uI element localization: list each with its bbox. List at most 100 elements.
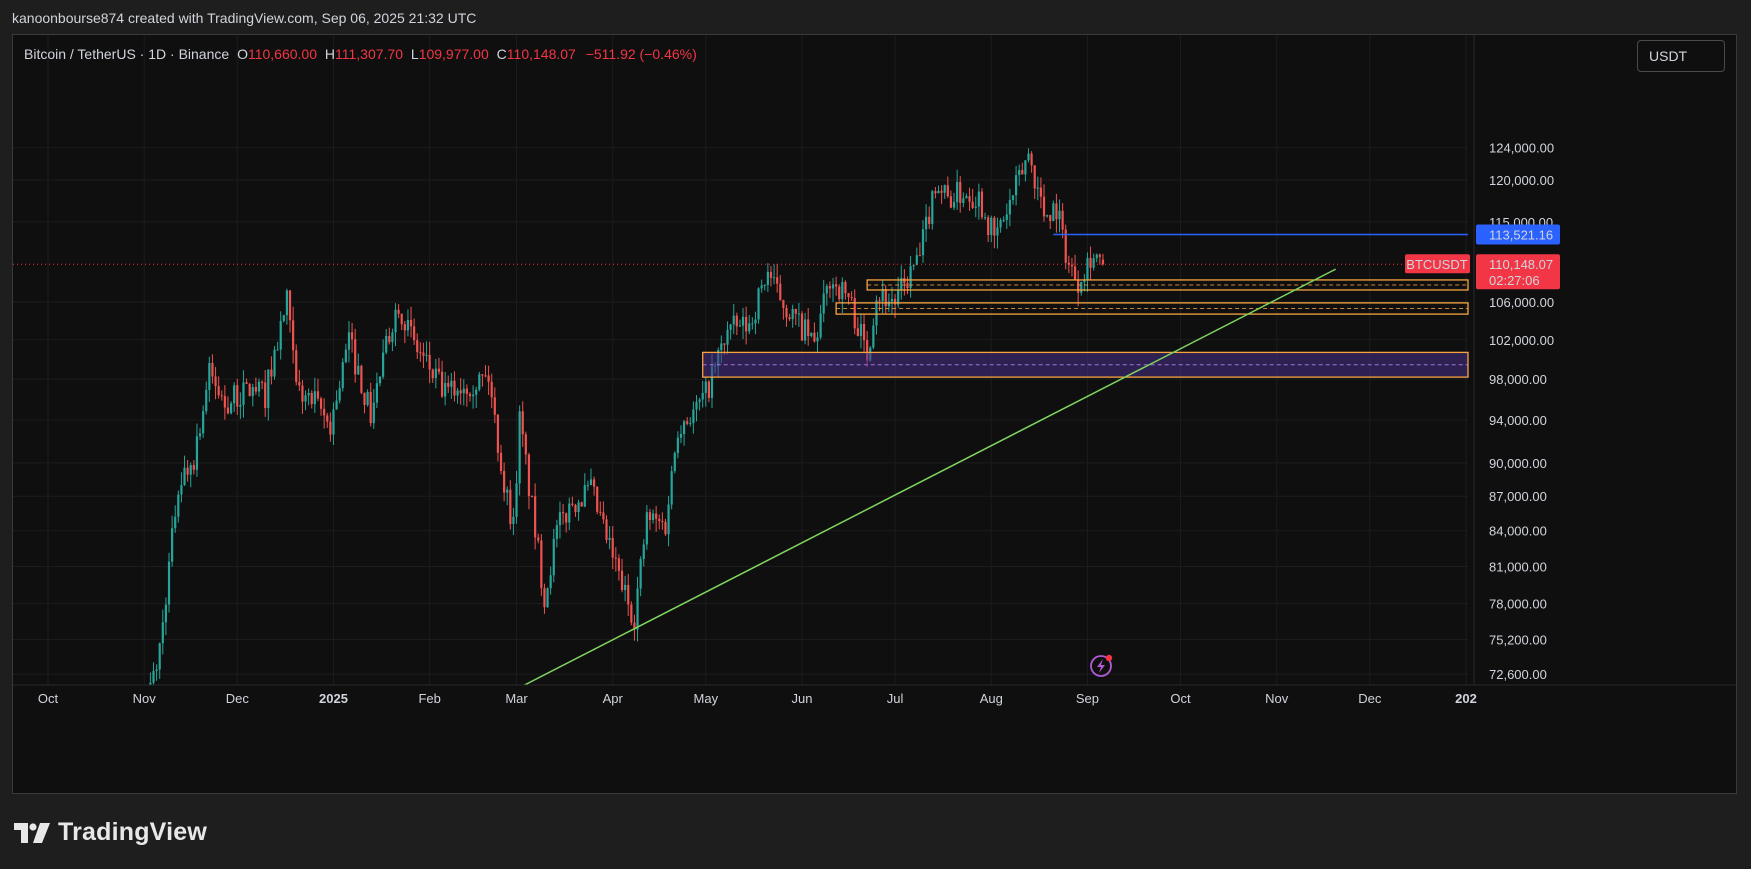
candle-up[interactable]: [608, 537, 611, 540]
candle-down[interactable]: [602, 512, 605, 520]
candle-up[interactable]: [726, 329, 729, 345]
candle-up[interactable]: [518, 411, 521, 484]
candle-down[interactable]: [350, 332, 354, 340]
candle-up[interactable]: [180, 485, 183, 495]
price-chart[interactable]: 124,000.00120,000.00115,000.00106,000.00…: [13, 35, 1736, 793]
candle-up[interactable]: [195, 436, 199, 470]
candle-up[interactable]: [977, 191, 980, 207]
candle-down[interactable]: [388, 335, 391, 343]
candle-up[interactable]: [1058, 210, 1061, 220]
candle-down[interactable]: [459, 390, 462, 394]
candle-up[interactable]: [444, 382, 447, 397]
candle-down[interactable]: [611, 537, 614, 558]
candle-up[interactable]: [1005, 214, 1008, 221]
candle-up[interactable]: [704, 381, 707, 393]
candle-up[interactable]: [965, 196, 968, 199]
candle-up[interactable]: [282, 315, 285, 321]
candle-down[interactable]: [400, 313, 403, 325]
candle-down[interactable]: [329, 421, 332, 435]
candle-up[interactable]: [925, 216, 928, 230]
candle-down[interactable]: [906, 283, 909, 289]
candle-down[interactable]: [928, 216, 931, 224]
candle-down[interactable]: [527, 454, 531, 497]
currency-button[interactable]: USDT: [1637, 40, 1725, 72]
candle-down[interactable]: [245, 382, 248, 384]
candle-down[interactable]: [534, 496, 537, 538]
candle-down[interactable]: [1077, 279, 1080, 293]
candle-down[interactable]: [946, 185, 949, 197]
candle-up[interactable]: [208, 362, 211, 390]
candle-up[interactable]: [583, 485, 586, 507]
candle-up[interactable]: [1024, 160, 1027, 175]
candle-down[interactable]: [540, 540, 543, 589]
candle-down[interactable]: [769, 271, 773, 278]
candle-up[interactable]: [915, 255, 918, 265]
candle-up[interactable]: [962, 198, 965, 203]
candle-up[interactable]: [475, 389, 478, 395]
candle-up[interactable]: [803, 319, 807, 341]
candle-up[interactable]: [810, 332, 813, 336]
candle-down[interactable]: [186, 467, 189, 475]
candle-down[interactable]: [847, 293, 850, 298]
candle-down[interactable]: [735, 315, 738, 327]
candle-down[interactable]: [785, 307, 788, 318]
ascending-trendline[interactable]: [517, 268, 1337, 689]
candle-up[interactable]: [307, 392, 310, 396]
candle-up[interactable]: [772, 277, 776, 279]
candle-down[interactable]: [543, 588, 546, 608]
candle-down[interactable]: [838, 286, 841, 300]
candle-up[interactable]: [174, 516, 177, 529]
candle-down[interactable]: [788, 317, 791, 320]
candle-down[interactable]: [226, 407, 230, 414]
candle-up[interactable]: [167, 561, 171, 605]
candle-down[interactable]: [295, 350, 298, 382]
candle-down[interactable]: [409, 319, 413, 327]
candle-up[interactable]: [462, 388, 465, 394]
candle-up[interactable]: [692, 409, 695, 424]
candle-down[interactable]: [217, 386, 220, 396]
candle-up[interactable]: [651, 513, 655, 521]
candle-up[interactable]: [335, 400, 338, 410]
candle-up[interactable]: [1014, 175, 1018, 196]
candle-down[interactable]: [431, 369, 434, 379]
candle-down[interactable]: [856, 328, 859, 337]
candle-down[interactable]: [940, 190, 943, 193]
candle-up[interactable]: [242, 382, 245, 405]
chart-panel[interactable]: 124,000.00 120,000.00 115,000.00 106,000.00…: [12, 34, 1737, 794]
candle-up[interactable]: [515, 483, 518, 517]
candle-down[interactable]: [630, 604, 633, 623]
candle-down[interactable]: [987, 217, 990, 236]
candle-down[interactable]: [1061, 210, 1064, 230]
candle-down[interactable]: [959, 181, 962, 203]
candle-up[interactable]: [921, 229, 925, 256]
candle-down[interactable]: [521, 411, 524, 435]
candle-down[interactable]: [844, 281, 847, 294]
candle-down[interactable]: [561, 512, 565, 514]
candle-up[interactable]: [257, 381, 261, 392]
candle-down[interactable]: [143, 723, 145, 731]
candle-down[interactable]: [968, 196, 971, 202]
candle-up[interactable]: [732, 315, 735, 325]
candle-up[interactable]: [568, 503, 571, 523]
candle-down[interactable]: [707, 381, 711, 398]
candle-up[interactable]: [549, 575, 552, 589]
candle-up[interactable]: [546, 588, 549, 608]
candle-up[interactable]: [183, 467, 186, 486]
candle-up[interactable]: [177, 494, 180, 517]
candle-up[interactable]: [822, 293, 825, 314]
candle-up[interactable]: [763, 285, 766, 287]
candle-down[interactable]: [884, 288, 887, 307]
candle-up[interactable]: [956, 181, 959, 203]
candle-up[interactable]: [229, 403, 233, 414]
candle-up[interactable]: [698, 399, 701, 402]
candle-up[interactable]: [682, 421, 686, 435]
candle-down[interactable]: [428, 354, 431, 370]
candle-up[interactable]: [555, 525, 558, 539]
candle-up[interactable]: [391, 332, 394, 343]
candle-up[interactable]: [158, 643, 161, 670]
candle-up[interactable]: [171, 528, 174, 562]
candle-down[interactable]: [893, 299, 897, 305]
candle-up[interactable]: [701, 392, 704, 400]
candle-down[interactable]: [499, 452, 503, 471]
candle-down[interactable]: [301, 385, 304, 402]
